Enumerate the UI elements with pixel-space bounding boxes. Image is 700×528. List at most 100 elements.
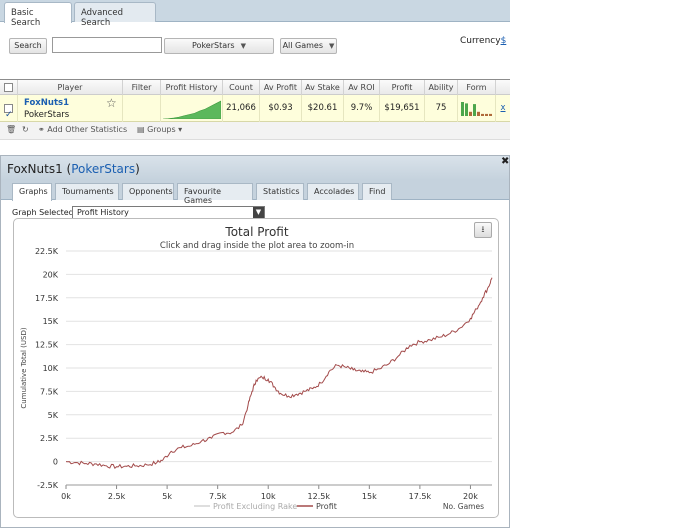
x-tick-label: 12.5k [308,492,331,501]
x-tick-label: 17.5k [409,492,432,501]
y-tick-label: 17.5K [35,294,59,303]
chart-container: Total Profit Click and drag inside the pl… [13,218,499,518]
header-profit[interactable]: Profit [380,80,425,95]
row-checkbox[interactable] [4,102,13,129]
tab-tournaments[interactable]: Tournaments [55,183,119,200]
header-form[interactable]: Form [458,80,496,95]
add-stats-button[interactable]: ⚭ Add Other Statistics [38,125,127,134]
chevron-down-icon: ▼ [240,42,246,50]
form-bar [481,113,484,116]
games-select[interactable]: All Games ▼ [280,38,337,54]
header-ability[interactable]: Ability [425,80,458,95]
form-bar [469,111,472,116]
currency-control: Currency$ [460,36,506,46]
player-name-link[interactable]: FoxNuts1 [24,98,69,108]
tab-statistics[interactable]: Statistics [256,183,304,200]
row-link[interactable]: x [496,95,510,122]
legend-label-profit[interactable]: Profit [316,502,337,511]
series-line-profit [65,277,493,470]
table-header: Player Filter Profit History Count Av Pr… [0,80,510,95]
count-cell: 21,066 [223,95,260,122]
header-av-stake[interactable]: Av Stake [302,80,344,95]
tab-accolades[interactable]: Accolades [307,183,359,200]
tab-find[interactable]: Find [362,183,392,200]
chart-subtitle: Click and drag inside the plot area to z… [160,241,354,251]
form-bar [489,113,492,116]
search-input[interactable] [52,37,162,53]
x-tick-label: 20k [463,492,478,501]
x-tick-label: 5k [162,492,172,501]
add-stats-label: Add Other Statistics [47,125,128,134]
y-tick-label: 0 [53,458,58,467]
chart-title: Total Profit [224,225,288,239]
favourite-star-icon[interactable]: ☆ [106,96,117,110]
filter-cell [123,95,161,122]
profile-header: FoxNuts1 (PokerStars) [1,156,509,180]
tab-opponents[interactable]: Opponents [122,183,174,200]
y-axis-label: Cumulative Total (USD) [20,327,28,408]
x-axis-label: No. Games [443,502,484,511]
y-tick-label: 20K [43,270,59,279]
y-tick-label: -2.5K [37,481,59,490]
y-tick-label: 22.5K [35,247,59,256]
profile-panel: FoxNuts1 (PokerStars) Graphs Tournaments… [0,155,510,528]
download-icon[interactable]: ⭳ [474,222,492,238]
header-av-profit[interactable]: Av Profit [260,80,302,95]
tab-basic-search[interactable]: Basic Search [4,2,72,28]
form-bar [461,102,464,116]
app-root: Basic Search Advanced Search Search Poke… [0,0,700,528]
link-icon: ⚭ [38,125,48,134]
tab-graphs[interactable]: Graphs [12,183,52,201]
stats-table: Player Filter Profit History Count Av Pr… [0,79,510,140]
player-site: PokerStars [24,110,70,120]
form-bar [473,104,476,116]
groups-button[interactable]: ▤ Groups ▾ [137,125,182,134]
currency-label: Currency [460,36,501,46]
av-roi-cell: 9.7% [344,95,380,122]
form-bar [485,113,488,116]
y-tick-label: 7.5K [40,387,59,396]
form-bar [465,103,468,116]
x-tick-label: 2.5k [108,492,126,501]
chevron-down-icon: ▾ [175,125,183,134]
header-count[interactable]: Count [223,80,260,95]
select-all-checkbox[interactable] [4,83,13,92]
header-profit-history[interactable]: Profit History [161,80,223,95]
table-row[interactable]: 21,066 $0.93 $20.61 9.7% $19,651 75 x [0,95,510,129]
y-tick-label: 10K [43,364,59,373]
header-av-roi[interactable]: Av ROI [344,80,380,95]
profit-chart[interactable]: Total Profit Click and drag inside the pl… [14,219,500,519]
av-profit-cell: $0.93 [260,95,302,122]
graph-selected-label: Graph Selected: [12,208,77,217]
x-tick-label: 15k [362,492,377,501]
tab-favourite-games[interactable]: Favourite Games [177,183,253,205]
y-tick-label: 5K [48,411,59,420]
ability-cell: 75 [425,95,458,122]
search-panel: Basic Search Advanced Search Search Poke… [0,0,510,70]
header-select-all[interactable] [0,80,18,95]
legend-label-profit-excluding-rake[interactable]: Profit Excluding Rake [213,502,297,511]
header-player[interactable]: Player [18,80,123,95]
table-toolbar: 🗑 ↻ ⚭ Add Other Statistics ▤ Groups ▾ [0,122,510,140]
close-icon[interactable]: ✖ [501,156,509,167]
profile-title: FoxNuts1 (PokerStars) [7,162,140,176]
av-stake-cell: $20.61 [302,95,344,122]
header-filter[interactable]: Filter [123,80,161,95]
profit-history-cell [161,95,223,122]
refresh-icon[interactable]: ↻ [22,125,29,134]
network-select-value: PokerStars [192,41,235,50]
trash-icon[interactable]: 🗑 [6,125,16,134]
currency-link[interactable]: $ [501,36,507,46]
search-button[interactable]: Search [9,38,47,54]
profile-site-link[interactable]: PokerStars [71,162,135,176]
y-tick-label: 15K [43,317,59,326]
network-select[interactable]: PokerStars ▼ [164,38,274,54]
groups-icon: ▤ [137,125,148,134]
form-bars [461,102,492,116]
graph-select-value: Profit History [77,208,129,217]
row-select-cell [0,95,18,129]
profit-cell: $19,651 [380,95,425,122]
tab-advanced-search[interactable]: Advanced Search [74,2,156,28]
profit-sparkline [163,100,221,119]
form-cell [458,95,496,122]
